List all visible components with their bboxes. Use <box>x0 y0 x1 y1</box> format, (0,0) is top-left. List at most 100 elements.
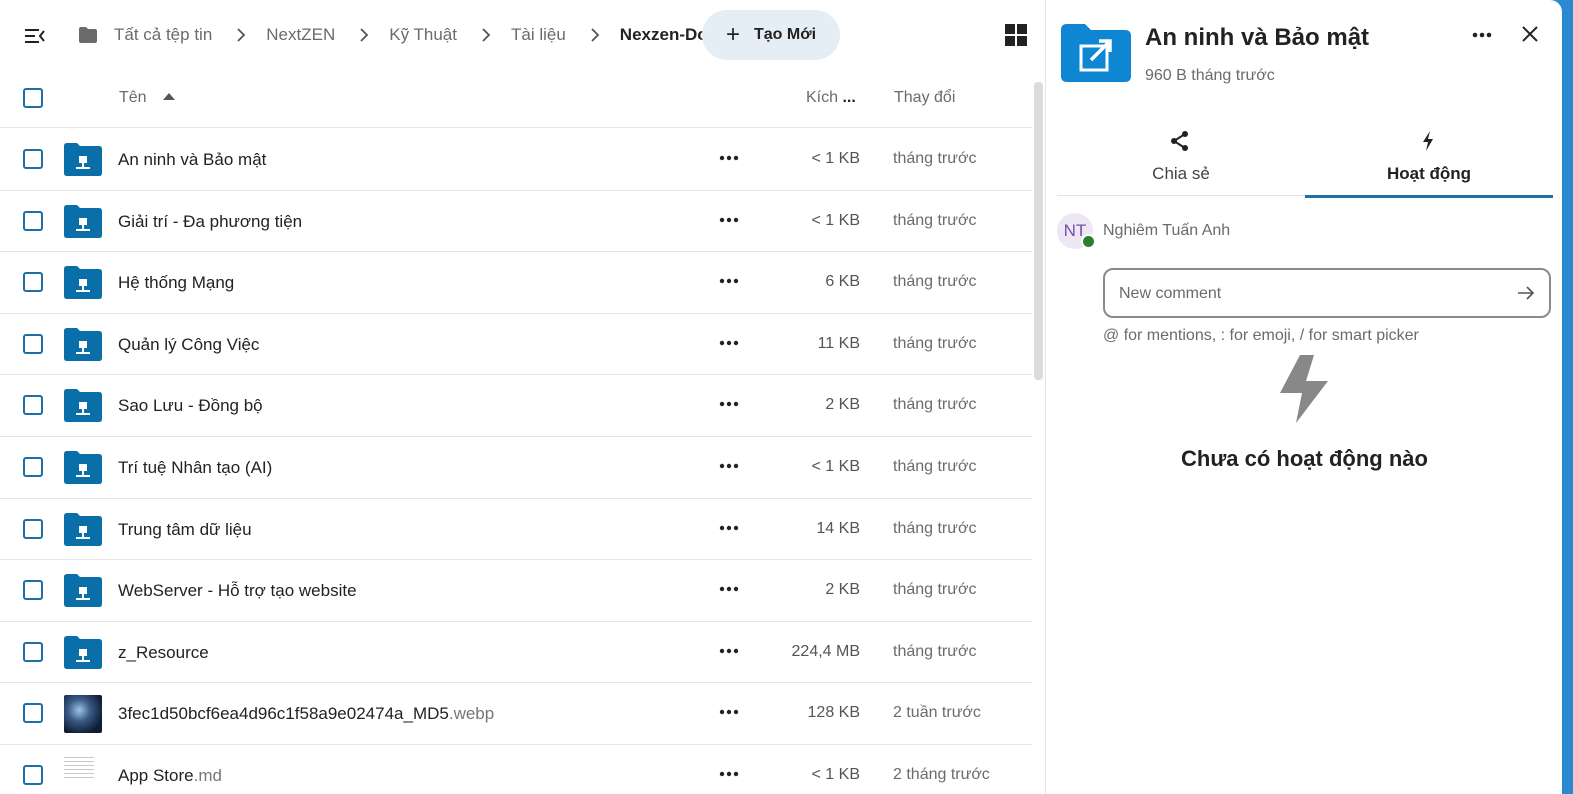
row-actions-icon[interactable] <box>718 397 740 411</box>
file-name[interactable]: WebServer - Hỗ trợ tạo website <box>118 581 357 601</box>
more-actions-icon[interactable] <box>1472 32 1492 38</box>
table-row[interactable]: Trung tâm dữ liệu 14 KB tháng trước <box>0 499 1032 561</box>
file-basename: Trung tâm dữ liệu <box>118 519 252 539</box>
file-modified: 2 tuần trước <box>893 704 981 722</box>
file-extension: .md <box>193 765 222 785</box>
table-row[interactable]: z_Resource 224,4 MB tháng trước <box>0 622 1032 684</box>
grid-view-icon[interactable] <box>1005 24 1027 46</box>
send-arrow-icon[interactable] <box>1517 285 1535 301</box>
row-checkbox[interactable] <box>23 149 43 169</box>
file-name[interactable]: 3fec1d50bcf6ea4d96c1f58a9e02474a_MD5.web… <box>118 704 494 724</box>
row-checkbox[interactable] <box>23 395 43 416</box>
shared-folder-icon <box>64 512 102 546</box>
row-actions-icon[interactable] <box>718 582 740 596</box>
file-name[interactable]: App Store.md <box>118 766 222 786</box>
avatar[interactable]: NT <box>1057 213 1096 249</box>
file-basename: App Store <box>118 765 194 785</box>
row-checkbox[interactable] <box>23 518 43 539</box>
files-app-window: Tất cả tệp tin NextZEN Kỹ Thuật Tài liệu… <box>0 0 1562 794</box>
breadcrumb-item-tai-lieu[interactable]: Tài liệu <box>511 25 620 45</box>
comment-input[interactable] <box>1119 282 1499 306</box>
file-name[interactable]: Trí tuệ Nhân tạo (AI) <box>118 458 272 478</box>
select-all-checkbox[interactable] <box>23 88 43 108</box>
row-actions-icon[interactable] <box>718 521 740 535</box>
navigation-toggle-icon[interactable] <box>24 26 46 46</box>
sidebar-subtitle: 960 B tháng trước <box>1145 67 1275 84</box>
file-size: 6 KB <box>825 273 860 291</box>
row-actions-icon[interactable] <box>718 459 740 473</box>
chevron-right-icon <box>237 28 246 42</box>
file-modified: tháng trước <box>893 334 977 352</box>
file-name[interactable]: An ninh và Bảo mật <box>118 150 266 170</box>
column-header-size[interactable]: Kích ... <box>806 89 856 107</box>
file-name[interactable]: Quản lý Công Việc <box>118 335 259 355</box>
row-checkbox[interactable] <box>23 703 43 724</box>
file-size: 11 KB <box>817 334 860 352</box>
new-button[interactable]: + Tạo Mới <box>702 10 840 60</box>
row-checkbox[interactable] <box>23 210 43 231</box>
row-actions-icon[interactable] <box>718 767 740 781</box>
lightning-icon <box>1423 131 1433 151</box>
file-modified: tháng trước <box>893 273 977 291</box>
file-name[interactable]: Giải trí - Đa phương tiện <box>118 212 302 232</box>
column-header-size-ellipsis: ... <box>842 89 856 106</box>
row-actions-icon[interactable] <box>718 274 740 288</box>
row-actions-icon[interactable] <box>718 705 740 719</box>
file-size: < 1 KB <box>811 150 860 167</box>
sidebar-title: An ninh và Bảo mật <box>1145 24 1370 51</box>
column-header-name[interactable]: Tên <box>119 89 147 107</box>
breadcrumb-item-nextzen[interactable]: NextZEN <box>266 25 389 45</box>
file-size: < 1 KB <box>811 765 860 783</box>
row-checkbox[interactable] <box>23 456 43 477</box>
file-size: < 1 KB <box>811 211 860 229</box>
row-actions-icon[interactable] <box>718 213 740 227</box>
row-actions-icon[interactable] <box>718 644 740 658</box>
table-row[interactable]: Quản lý Công Việc 11 KB tháng trước <box>0 314 1032 376</box>
comment-author: NT Nghiêm Tuấn Anh <box>1057 213 1230 249</box>
row-actions-icon[interactable] <box>718 336 740 350</box>
file-name[interactable]: Hệ thống Mạng <box>118 273 234 293</box>
shared-folder-icon <box>64 574 102 608</box>
breadcrumb-item-ky-thuat[interactable]: Kỹ Thuật <box>389 25 511 45</box>
file-modified: tháng trước <box>893 396 977 414</box>
sort-ascending-icon <box>163 93 175 100</box>
table-row[interactable]: 3fec1d50bcf6ea4d96c1f58a9e02474a_MD5.web… <box>0 683 1032 745</box>
row-checkbox[interactable] <box>23 580 43 601</box>
table-row[interactable]: An ninh và Bảo mật < 1 KB tháng trước <box>0 129 1032 191</box>
chevron-right-icon <box>591 28 600 42</box>
document-thumbnail <box>64 756 94 779</box>
file-size: 128 KB <box>807 704 860 722</box>
table-row[interactable]: Hệ thống Mạng 6 KB tháng trước <box>0 252 1032 314</box>
table-row[interactable]: Sao Lưu - Đồng bộ 2 KB tháng trước <box>0 375 1032 437</box>
comment-hint: @ for mentions, : for emoji, / for smart… <box>1103 327 1419 344</box>
plus-icon: + <box>725 21 740 48</box>
file-name[interactable]: Trung tâm dữ liệu <box>118 520 252 540</box>
column-header-modified[interactable]: Thay đổi <box>894 89 955 107</box>
file-name[interactable]: Sao Lưu - Đồng bộ <box>118 396 263 416</box>
row-checkbox[interactable] <box>23 764 43 785</box>
table-row[interactable]: WebServer - Hỗ trợ tạo website 2 KB tháng … <box>0 560 1032 622</box>
shared-folder-icon <box>1061 24 1131 82</box>
row-checkbox[interactable] <box>23 641 43 662</box>
row-checkbox[interactable] <box>23 272 43 293</box>
tab-share[interactable]: Chia sẻ <box>1057 118 1305 196</box>
table-row[interactable]: Giải trí - Đa phương tiện < 1 KB tháng trư… <box>0 191 1032 253</box>
close-icon[interactable] <box>1521 25 1539 43</box>
shared-folder-icon <box>64 635 102 669</box>
tab-activity[interactable]: Hoạt động <box>1305 118 1553 198</box>
row-actions-icon[interactable] <box>718 151 740 165</box>
file-basename: Sao Lưu - Đồng bộ <box>118 396 263 416</box>
breadcrumb-label: Tài liệu <box>510 25 566 44</box>
file-size: 2 KB <box>825 581 860 599</box>
scrollbar[interactable] <box>1034 82 1043 380</box>
file-basename: Quản lý Công Việc <box>118 334 260 354</box>
breadcrumb-item-all-files[interactable]: Tất cả tệp tin <box>78 25 266 45</box>
file-extension: .webp <box>448 704 495 724</box>
file-modified: tháng trước <box>893 457 977 475</box>
row-checkbox[interactable] <box>23 333 43 354</box>
tab-share-label: Chia sẻ <box>1152 164 1210 183</box>
table-row[interactable]: Trí tuệ Nhân tạo (AI) < 1 KB tháng trước <box>0 437 1032 499</box>
shared-folder-icon <box>64 204 102 238</box>
table-row[interactable]: App Store.md < 1 KB 2 tháng trước <box>0 745 1032 794</box>
file-name[interactable]: z_Resource <box>118 643 209 663</box>
